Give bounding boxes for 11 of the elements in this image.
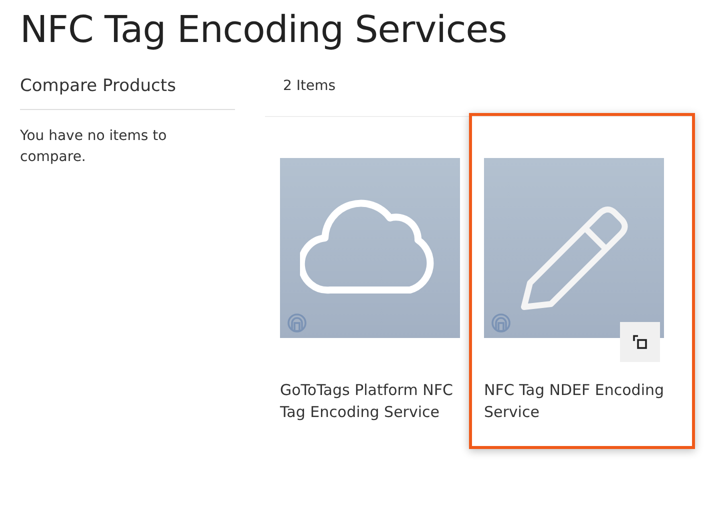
sidebar-title: Compare Products bbox=[20, 68, 235, 110]
item-count: 2 Items bbox=[265, 68, 695, 118]
compare-icon bbox=[632, 334, 648, 350]
product-card[interactable]: NFC Tag NDEF Encoding Service bbox=[469, 113, 695, 449]
nfc-logo-icon bbox=[491, 313, 511, 334]
page-title: NFC Tag Encoding Services bbox=[20, 8, 508, 52]
compare-button[interactable] bbox=[620, 322, 660, 362]
nfc-logo-icon bbox=[287, 313, 307, 334]
product-name[interactable]: GoToTags Platform NFC Tag Encoding Service bbox=[280, 380, 454, 424]
product-name[interactable]: NFC Tag NDEF Encoding Service bbox=[484, 380, 680, 424]
empty-message: You have no items to compare. bbox=[20, 126, 168, 167]
